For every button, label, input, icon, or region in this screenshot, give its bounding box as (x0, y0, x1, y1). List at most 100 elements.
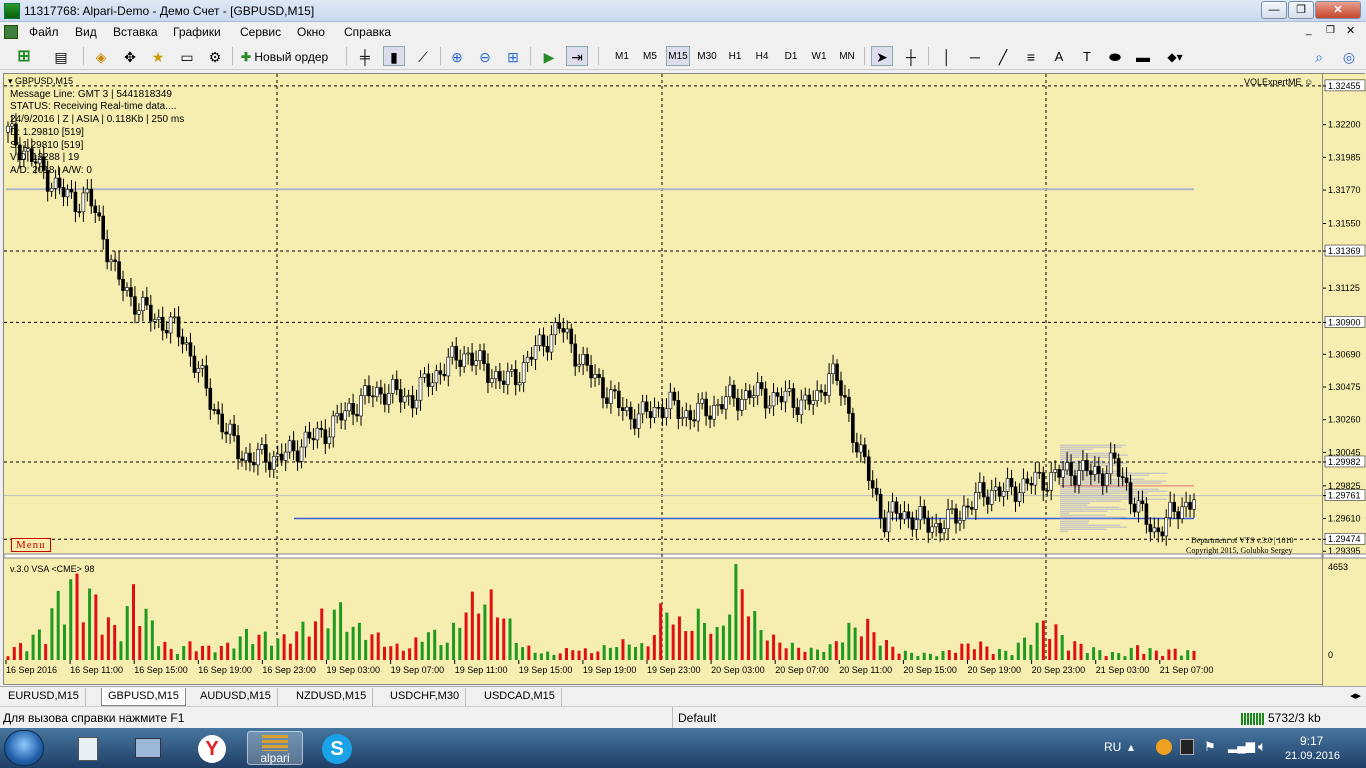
candle-body (874, 487, 879, 495)
menu-charts[interactable]: Графики (173, 25, 221, 39)
tray-device-icon[interactable] (1180, 739, 1194, 755)
tf-m1[interactable]: M1 (611, 46, 633, 66)
crosshair-icon[interactable]: ┼ (900, 46, 922, 66)
candle (145, 287, 149, 311)
candle (874, 478, 879, 502)
candle (442, 363, 447, 381)
rectangle-icon[interactable]: ▬ (1132, 46, 1154, 66)
taskbar-skype[interactable]: S (309, 731, 365, 765)
chart-doc-icon[interactable] (4, 25, 18, 39)
tray-flag-icon[interactable]: ⚑ (1204, 739, 1216, 755)
tray-expand-icon[interactable]: ▴ (1128, 740, 1134, 754)
tester-icon[interactable]: ⚙ (204, 46, 226, 66)
horizontal-line-icon[interactable]: ─ (964, 46, 986, 66)
tab-eurusd[interactable]: EURUSD,M15 (2, 688, 86, 706)
taskbar-explorer[interactable] (120, 731, 176, 765)
menu-window[interactable]: Окно (297, 25, 325, 39)
candle-body (482, 350, 486, 365)
tab-gbpusd[interactable]: GBPUSD,M15 (101, 688, 186, 706)
volume-bar (866, 618, 870, 660)
text-tool-icon[interactable]: A (1048, 46, 1070, 66)
taskbar-calculator[interactable] (60, 731, 116, 765)
tray-app-icon[interactable] (1156, 739, 1172, 755)
volume-bar (106, 617, 110, 660)
tab-usdcad[interactable]: USDCAD,M15 (478, 688, 562, 706)
mdi-restore-button[interactable]: ❐ (1326, 25, 1335, 36)
menu-tools[interactable]: Сервис (240, 25, 281, 39)
candle-body (184, 342, 189, 345)
bar-chart-icon[interactable]: ╪ (354, 46, 376, 66)
new-chart-icon[interactable]: ⊞ (8, 46, 40, 66)
candle (375, 381, 379, 402)
tab-audusd[interactable]: AUDUSD,M15 (194, 688, 278, 706)
ellipse-icon[interactable]: ⬬ (1104, 46, 1126, 66)
candle-body (696, 402, 700, 422)
maximize-button[interactable]: ❐ (1288, 1, 1314, 19)
network-icon[interactable]: ▂▄▆ (1228, 739, 1255, 753)
candle-body (684, 410, 689, 418)
line-chart-icon[interactable]: ⟋ (412, 46, 434, 66)
data-window-icon[interactable]: ✥ (119, 46, 141, 66)
price-chart[interactable]: 16 Sep 2016 16 Sep 11:00 16 Sep 15:00 16 Se… (4, 74, 1322, 686)
clock-time[interactable]: 9:17 (1300, 734, 1323, 748)
candlestick-icon[interactable]: ▮ (383, 46, 405, 66)
language-indicator[interactable]: RU (1104, 740, 1121, 754)
navigator-icon[interactable]: ★ (147, 46, 169, 66)
candle-body (926, 517, 931, 533)
clock-date[interactable]: 21.09.2016 (1285, 750, 1340, 762)
tf-d1[interactable]: D1 (780, 46, 802, 66)
candle (390, 374, 395, 404)
minimize-button[interactable]: — (1261, 1, 1287, 19)
cursor-icon[interactable]: ➤ (871, 46, 893, 66)
start-button[interactable] (4, 730, 44, 766)
text-label-icon[interactable]: T (1076, 46, 1098, 66)
tf-mn[interactable]: MN (835, 46, 859, 66)
candle (712, 395, 716, 427)
mdi-minimize-button[interactable]: _ (1306, 25, 1312, 36)
tf-m30[interactable]: M30 (695, 46, 719, 66)
arrows-dropdown-icon[interactable]: ◆▾ (1160, 46, 1190, 66)
tf-w1[interactable]: W1 (808, 46, 830, 66)
zoom-in-icon[interactable]: ⊕ (446, 46, 468, 66)
volume-bar (834, 641, 838, 660)
chart-window[interactable]: 16 Sep 2016 16 Sep 11:00 16 Sep 15:00 16 Se… (3, 73, 1366, 686)
menu-view[interactable]: Вид (75, 25, 97, 39)
community-icon[interactable]: ◎ (1338, 46, 1360, 66)
autoscroll-icon[interactable]: ▶ (538, 46, 560, 66)
candle (732, 380, 736, 407)
tab-nzdusd[interactable]: NZDUSD,M15 (290, 688, 374, 706)
mdi-close-button[interactable]: ✕ (1346, 24, 1355, 37)
channel-icon[interactable]: ≡ (1020, 46, 1042, 66)
tf-m5[interactable]: M5 (639, 46, 661, 66)
volume-bar (621, 639, 625, 660)
trendline-icon[interactable]: ╱ (992, 46, 1014, 66)
market-watch-icon[interactable]: ◈ (90, 46, 112, 66)
taskbar-yandex[interactable]: Y (184, 731, 240, 765)
tf-h1[interactable]: H1 (724, 46, 746, 66)
candle-body (394, 379, 399, 390)
volume-profile-bar (1060, 450, 1085, 452)
close-button[interactable]: ✕ (1315, 1, 1361, 19)
indicator-menu-button[interactable]: Menu (11, 538, 51, 552)
search-icon[interactable]: ⌕ (1308, 46, 1330, 66)
menu-file[interactable]: Файл (29, 25, 59, 39)
menu-insert[interactable]: Вставка (113, 25, 158, 39)
volume-icon[interactable]: 🔈︎ (1258, 738, 1266, 755)
candle (418, 370, 423, 411)
tf-m15[interactable]: M15 (666, 46, 690, 66)
new-order-button[interactable]: ✚ Новый ордер (240, 46, 340, 66)
chart-symbol-label: GBPUSD,M15 (15, 76, 74, 86)
tab-usdchf[interactable]: USDCHF,M30 (384, 688, 467, 706)
candle-body (751, 395, 756, 398)
candle (795, 397, 800, 423)
vertical-line-icon[interactable]: │ (936, 46, 958, 66)
profiles-icon[interactable]: ▤ (46, 46, 76, 66)
menu-help[interactable]: Справка (344, 25, 391, 39)
tabs-scroll-icon[interactable]: ◂▸ (1350, 689, 1361, 702)
tile-windows-icon[interactable]: ⊞ (502, 46, 524, 66)
tf-h4[interactable]: H4 (751, 46, 773, 66)
chart-shift-icon[interactable]: ⇥ (566, 46, 588, 66)
zoom-out-icon[interactable]: ⊖ (474, 46, 496, 66)
taskbar-alpari[interactable]: alpari (247, 731, 303, 765)
terminal-icon[interactable]: ▭ (176, 46, 198, 66)
